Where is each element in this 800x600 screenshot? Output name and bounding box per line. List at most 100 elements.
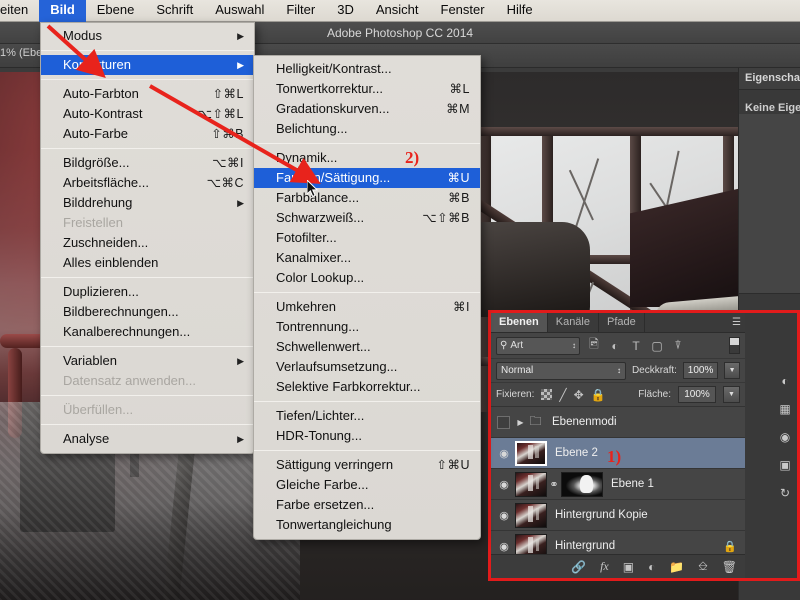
- menu-item-auto-farbton[interactable]: Auto-Farbton⇧⌘L: [41, 84, 254, 104]
- menu-item-kanalmixer[interactable]: Kanalmixer...: [254, 248, 480, 268]
- adjustment-layer-icon[interactable]: ◐: [648, 560, 655, 574]
- blend-mode-bar[interactable]: Normal ↕ Deckkraft: 100% ▼: [491, 359, 745, 383]
- layers-filter-bar[interactable]: ⚲ Art ↕ 🖻 ◐ T ▢ ⍒: [491, 333, 745, 359]
- menu-item-schwarzweiß[interactable]: Schwarzweiß...⌥⇧⌘B: [254, 208, 480, 228]
- filter-kind-select[interactable]: ⚲ Art ↕: [496, 337, 580, 355]
- layers-panel-tabs[interactable]: EbenenKanälePfade ☰: [491, 313, 745, 333]
- menu-bar[interactable]: eitenBildEbeneSchriftAuswahlFilter3DAnsi…: [0, 0, 800, 22]
- layer-visibility-eye-icon[interactable]: ◉: [493, 478, 515, 491]
- menu-korrekturen-submenu[interactable]: Helligkeit/Kontrast...Tonwertkorrektur..…: [253, 55, 481, 540]
- menubar-item-ebene[interactable]: Ebene: [86, 0, 146, 22]
- menu-item-tonwertkorrektur[interactable]: Tonwertkorrektur...⌘L: [254, 79, 480, 99]
- tab-kanäle[interactable]: Kanäle: [548, 313, 599, 332]
- menubar-item-eiten[interactable]: eiten: [0, 0, 39, 22]
- menu-item-kanalberechnungen[interactable]: Kanalberechnungen...: [41, 322, 254, 342]
- text-filter-icon[interactable]: T: [629, 339, 643, 353]
- add-mask-icon[interactable]: ▣: [623, 560, 634, 574]
- fill-stepper[interactable]: ▼: [723, 386, 740, 403]
- menu-item-farbbalance[interactable]: Farbbalance...⌘B: [254, 188, 480, 208]
- menu-item-hdr-tonung[interactable]: HDR-Tonung...: [254, 426, 480, 446]
- menu-item-bildgröße[interactable]: Bildgröße...⌥⌘I: [41, 153, 254, 173]
- layer-thumbnail[interactable]: [515, 472, 547, 497]
- menu-bild-dropdown[interactable]: Modus▶ Korrekturen▶ Auto-Farbton⇧⌘LAuto-Ko…: [40, 22, 255, 454]
- menu-item-variablen[interactable]: Variablen▶: [41, 351, 254, 371]
- menu-item-dynamik[interactable]: Dynamik...: [254, 148, 480, 168]
- menubar-item-auswahl[interactable]: Auswahl: [204, 0, 275, 22]
- layer-visibility-eye-icon[interactable]: ◉: [493, 447, 515, 460]
- menu-item-helligkeit-kontrast[interactable]: Helligkeit/Kontrast...: [254, 59, 480, 79]
- link-layers-icon[interactable]: 🔗: [571, 560, 586, 574]
- menu-item-belichtung[interactable]: Belichtung...: [254, 119, 480, 139]
- layer-mask-thumbnail[interactable]: [561, 472, 603, 497]
- menu-item-arbeitsfläche[interactable]: Arbeitsfläche...⌥⌘C: [41, 173, 254, 193]
- smartobject-filter-icon[interactable]: ⍒: [671, 338, 685, 353]
- panel-menu-icon[interactable]: ☰: [732, 317, 741, 328]
- menu-item-schwellenwert[interactable]: Schwellenwert...: [254, 337, 480, 357]
- menubar-item-fenster[interactable]: Fenster: [430, 0, 496, 22]
- menubar-item-filter[interactable]: Filter: [275, 0, 326, 22]
- menu-item-gradationskurven[interactable]: Gradationskurven...⌘M: [254, 99, 480, 119]
- table-row[interactable]: ◉⚭Ebene 1: [491, 469, 745, 500]
- image-filter-icon[interactable]: 🖻: [587, 335, 601, 356]
- group-visibility-checkbox[interactable]: [497, 416, 510, 429]
- menu-item-label: Bildberechnungen...: [63, 302, 244, 322]
- lock-all-icon[interactable]: 🔒: [591, 388, 606, 402]
- opacity-value[interactable]: 100%: [683, 362, 718, 379]
- layer-thumbnail[interactable]: [515, 441, 547, 466]
- shape-filter-icon[interactable]: ▢: [650, 339, 664, 353]
- document-tab-label: 1% (Ebe: [0, 47, 42, 59]
- layer-thumbnail[interactable]: [515, 503, 547, 528]
- menu-item-color-lookup[interactable]: Color Lookup...: [254, 268, 480, 288]
- menubar-item-schrift[interactable]: Schrift: [145, 0, 204, 22]
- menu-item-label: Arbeitsfläche...: [63, 173, 193, 193]
- layers-panel-toolbar[interactable]: 🔗 fx ▣ ◐ 📁 ⎒ 🗑: [491, 554, 745, 578]
- layer-style-fx-icon[interactable]: fx: [600, 559, 609, 574]
- menu-item-auto-farbe[interactable]: Auto-Farbe⇧⌘B: [41, 124, 254, 144]
- menu-item-analyse[interactable]: Analyse▶: [41, 429, 254, 449]
- menubar-item-3d[interactable]: 3D: [326, 0, 365, 22]
- menu-item-sättigung-verringern[interactable]: Sättigung verringern⇧⌘U: [254, 455, 480, 475]
- layer-visibility-eye-icon[interactable]: ◉: [493, 509, 515, 522]
- mask-link-icon[interactable]: ⚭: [547, 478, 561, 491]
- blend-mode-select[interactable]: Normal ↕: [496, 362, 626, 380]
- new-group-icon[interactable]: 📁: [669, 560, 684, 574]
- menu-item-umkehren[interactable]: Umkehren⌘I: [254, 297, 480, 317]
- menu-item-modus[interactable]: Modus▶: [41, 26, 254, 46]
- menu-item-verlaufsumsetzung[interactable]: Verlaufsumsetzung...: [254, 357, 480, 377]
- adjustment-filter-icon[interactable]: ◐: [608, 339, 622, 353]
- lock-position-move-icon[interactable]: ✥: [574, 388, 584, 402]
- lock-image-brush-icon[interactable]: ╱: [559, 388, 566, 402]
- opacity-stepper[interactable]: ▼: [724, 362, 740, 379]
- menubar-item-ansicht[interactable]: Ansicht: [365, 0, 430, 22]
- menu-item-bilddrehung[interactable]: Bilddrehung▶: [41, 193, 254, 213]
- menubar-item-bild[interactable]: Bild: [39, 0, 86, 22]
- layer-visibility-eye-icon[interactable]: ◉: [493, 540, 515, 553]
- menu-item-tonwertangleichung[interactable]: Tonwertangleichung: [254, 515, 480, 535]
- menu-item-tontrennung[interactable]: Tontrennung...: [254, 317, 480, 337]
- fill-value[interactable]: 100%: [678, 386, 716, 403]
- chevron-right-icon[interactable]: ▶: [514, 418, 527, 427]
- tab-ebenen[interactable]: Ebenen: [491, 313, 548, 332]
- menu-item-alles-einblenden[interactable]: Alles einblenden: [41, 253, 254, 273]
- menubar-item-hilfe[interactable]: Hilfe: [496, 0, 544, 22]
- layers-list[interactable]: ▶🗀Ebenenmodi◉Ebene 2◉⚭Ebene 1◉Hintergrun…: [491, 407, 745, 562]
- menu-item-selektive-farbkorrektur[interactable]: Selektive Farbkorrektur...: [254, 377, 480, 397]
- menu-item-korrekturen[interactable]: Korrekturen▶: [41, 55, 254, 75]
- table-row[interactable]: ▶🗀Ebenenmodi: [491, 407, 745, 438]
- menu-item-tiefen-lichter[interactable]: Tiefen/Lichter...: [254, 406, 480, 426]
- menu-item-zuschneiden[interactable]: Zuschneiden...: [41, 233, 254, 253]
- filter-enable-toggle[interactable]: [729, 337, 740, 354]
- new-layer-icon[interactable]: ⎒: [698, 559, 707, 574]
- menu-item-farbton-sättigung[interactable]: Farbton/Sättigung...⌘U: [254, 168, 480, 188]
- menu-item-auto-kontrast[interactable]: Auto-Kontrast⌥⇧⌘L: [41, 104, 254, 124]
- lock-transparency-icon[interactable]: [541, 389, 552, 400]
- tab-pfade[interactable]: Pfade: [599, 313, 645, 332]
- delete-layer-icon[interactable]: 🗑: [722, 560, 737, 574]
- menu-item-farbe-ersetzen[interactable]: Farbe ersetzen...: [254, 495, 480, 515]
- menu-item-bildberechnungen[interactable]: Bildberechnungen...: [41, 302, 254, 322]
- menu-item-duplizieren[interactable]: Duplizieren...: [41, 282, 254, 302]
- menu-item-fotofilter[interactable]: Fotofilter...: [254, 228, 480, 248]
- lock-bar[interactable]: Fixieren: ╱ ✥ 🔒 Fläche: 100% ▼: [491, 383, 745, 407]
- menu-item-gleiche-farbe[interactable]: Gleiche Farbe...: [254, 475, 480, 495]
- table-row[interactable]: ◉Hintergrund Kopie: [491, 500, 745, 531]
